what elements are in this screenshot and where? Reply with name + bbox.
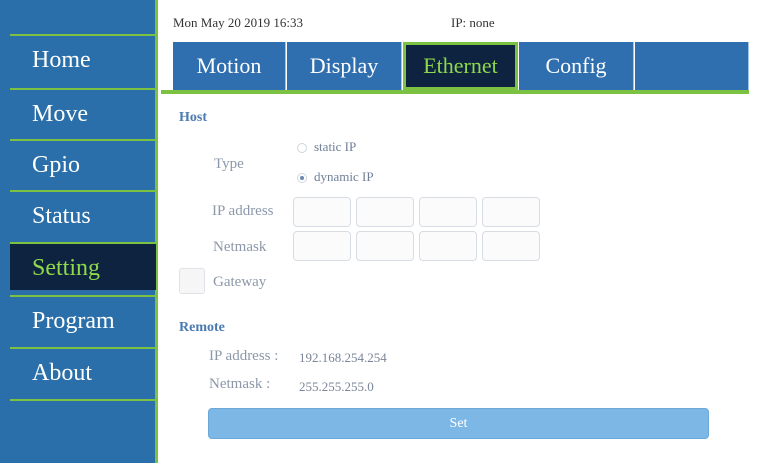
dynamic-ip-label: dynamic IP — [314, 169, 374, 184]
remote-ip-value: 192.168.254.254 — [299, 350, 387, 365]
set-button[interactable]: Set — [208, 408, 709, 439]
tab-label: Config — [545, 53, 607, 78]
datetime-text: Mon May 20 2019 16:33 — [173, 15, 303, 30]
netmask-octet-3-field[interactable] — [419, 231, 477, 261]
remote-netmask-label: Netmask : — [209, 376, 271, 392]
ip-octet-2-field[interactable] — [356, 197, 414, 227]
remote-ip-label: IP address : — [209, 348, 279, 364]
tab-bar: Motion Display Ethernet Config — [161, 40, 760, 94]
dynamic-ip-radio[interactable] — [297, 173, 307, 183]
sidebar-item-home[interactable]: Home — [10, 34, 156, 82]
remote-section-title: Remote — [179, 320, 225, 335]
sidebar-item-move[interactable]: Move — [10, 88, 156, 136]
static-ip-label: static IP — [314, 139, 357, 154]
status-bar: Mon May 20 2019 16:33 IP: none — [161, 0, 760, 36]
netmask-octet-2-field[interactable] — [356, 231, 414, 261]
tab-display[interactable]: Display — [287, 42, 402, 90]
tab-empty — [635, 42, 749, 90]
sidebar-item-label: Gpio — [32, 152, 80, 178]
sidebar-item-label: Program — [32, 308, 115, 334]
sidebar-item-label: Home — [32, 47, 91, 73]
sidebar: Home Move Gpio Status Setting Program Ab… — [0, 0, 158, 463]
tab-label: Ethernet — [423, 53, 498, 78]
gateway-label: Gateway — [213, 274, 267, 290]
sidebar-item-gpio[interactable]: Gpio — [10, 139, 156, 187]
sidebar-item-program[interactable]: Program — [10, 295, 156, 343]
sidebar-item-label: Status — [32, 203, 91, 229]
netmask-octet-4-field[interactable] — [482, 231, 540, 261]
tab-ethernet[interactable]: Ethernet — [403, 42, 518, 90]
netmask-octet-1-field[interactable] — [293, 231, 351, 261]
ip-octet-3-field[interactable] — [419, 197, 477, 227]
sidebar-item-about[interactable]: About — [10, 347, 156, 395]
tab-motion[interactable]: Motion — [173, 42, 286, 90]
tab-label: Display — [309, 53, 379, 78]
type-label: Type — [214, 156, 244, 172]
tab-underline — [161, 90, 749, 94]
sidebar-divider — [10, 399, 156, 401]
sidebar-item-status[interactable]: Status — [10, 190, 156, 238]
tab-label: Motion — [196, 53, 262, 78]
sidebar-item-label: Move — [32, 101, 88, 127]
host-section-title: Host — [179, 110, 207, 125]
remote-netmask-value: 255.255.255.0 — [299, 379, 374, 394]
ip-octet-1-field[interactable] — [293, 197, 351, 227]
netmask-label: Netmask — [213, 239, 267, 255]
sidebar-item-label: Setting — [32, 255, 101, 281]
static-ip-radio[interactable] — [297, 143, 307, 153]
gateway-checkbox[interactable] — [179, 268, 205, 294]
tab-config[interactable]: Config — [519, 42, 634, 90]
sidebar-item-label: About — [32, 360, 92, 386]
ip-address-label: IP address — [212, 203, 274, 219]
ip-status-text: IP: none — [451, 15, 495, 30]
sidebar-item-setting[interactable]: Setting — [10, 242, 156, 290]
ip-octet-4-field[interactable] — [482, 197, 540, 227]
